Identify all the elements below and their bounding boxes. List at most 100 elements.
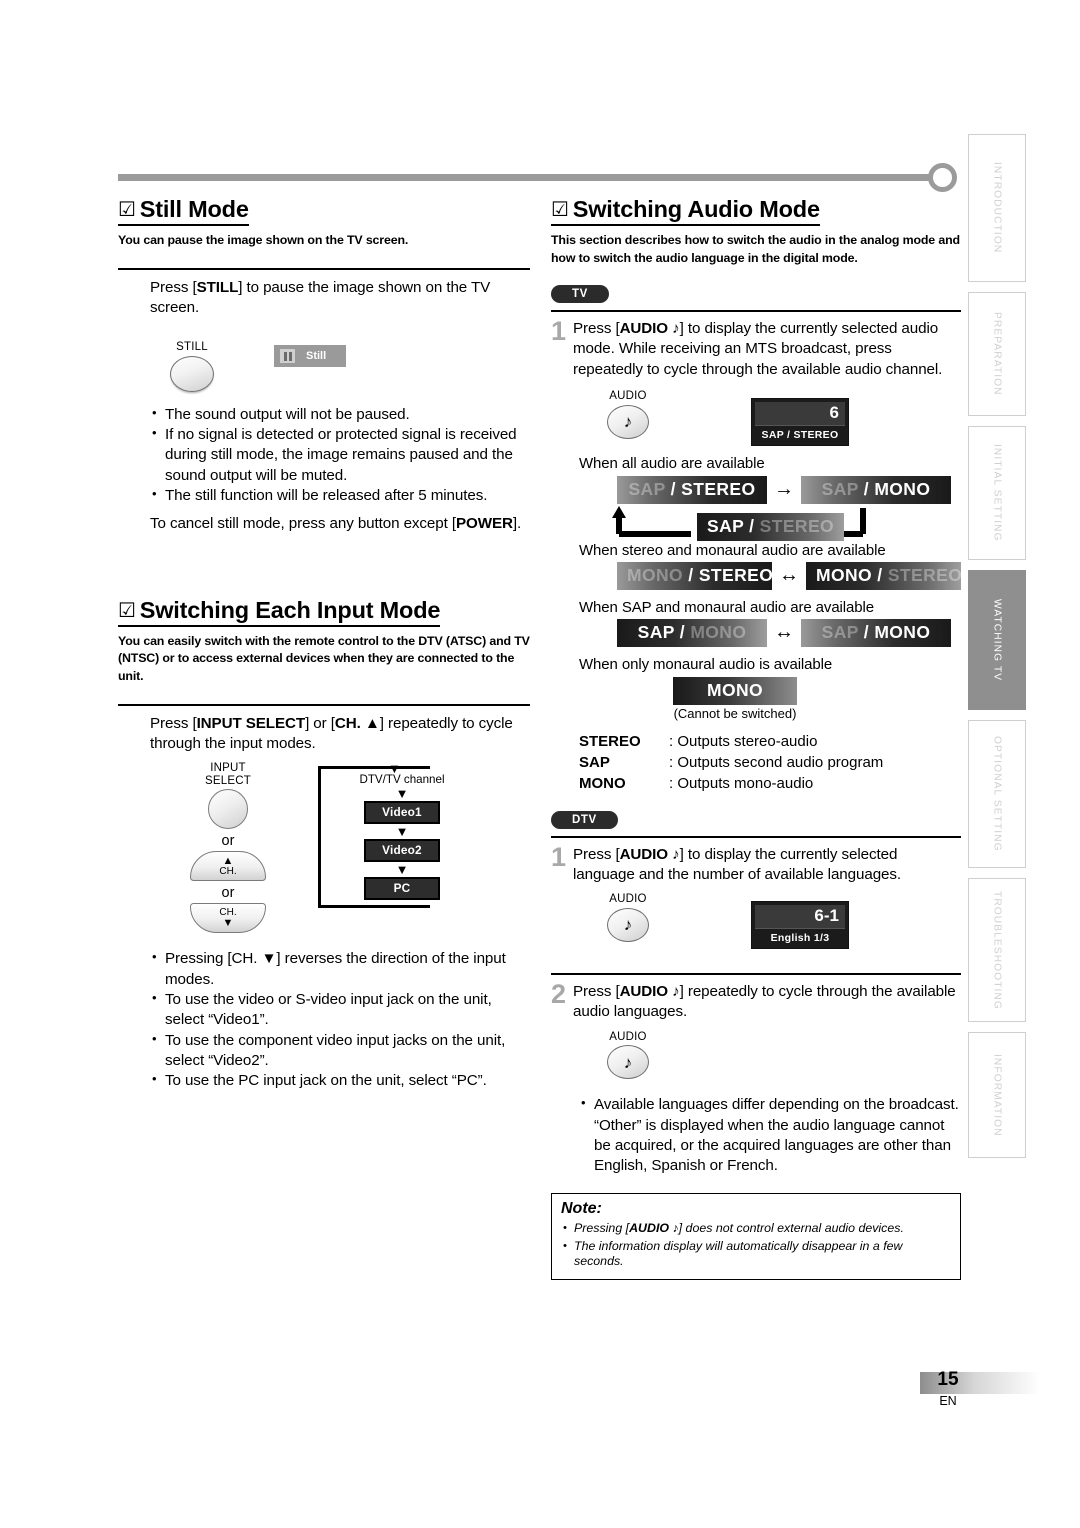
still-mode-cancel: To cancel still mode, press any button e… [118,514,530,534]
input-select-label-line1: INPUT [210,761,246,774]
still-button[interactable] [170,355,214,392]
checkbox-icon: ☑ [551,199,569,221]
chip-left: SAP [821,621,859,642]
cycle-row-4: MONO (Cannot be switched) [551,676,961,721]
dtv-audio-button-row: AUDIO ♪ 6-1 English 1/3 [551,893,961,950]
badge-dtv: DTV [551,810,618,829]
note-title: Note: [561,1199,602,1217]
list-item: To use the video or S-video input jack o… [150,989,530,1031]
channel-up-button[interactable]: ▲ CH. [190,851,266,882]
step-number: 2 [551,979,567,1010]
tab-label: INFORMATION [991,1053,1003,1137]
cannot-be-switched-note: (Cannot be switched) [673,705,797,721]
still-osd-display: Still [274,345,347,368]
chip-mono-only: MONO [673,676,797,705]
osd-channel-number: 6 [755,401,845,426]
definition-row: MONO : Outputs mono-audio [579,773,961,794]
checkbox-icon: ☑ [118,199,136,221]
chip-right: MONO [874,621,931,642]
step-number: 1 [551,841,567,872]
chip-left: SAP [821,478,859,499]
case-sap-mono-label: When SAP and monaural audio are availabl… [579,598,874,616]
audio-mode-title: Switching Audio Mode [572,196,820,222]
flow-item-pc: PC [364,876,440,900]
chip-left: SAP [637,621,675,642]
dtv-step-2: 2 Press [AUDIO ♪] repeatedly to cycle th… [551,979,961,1022]
dtv-step-1: 1 Press [AUDIO ♪] to display the current… [551,841,961,885]
tab-watching-tv[interactable]: WATCHING TV [968,570,1026,710]
audio-button-group: AUDIO ♪ [607,390,649,439]
audio-button[interactable]: ♪ [607,1045,649,1080]
input-select-button[interactable] [208,789,248,830]
tv-audio-button-row: AUDIO ♪ 6 SAP / STEREO [551,390,961,446]
case-stereo-mono-label: When stereo and monaural audio are avail… [579,541,886,559]
audio-button[interactable]: ♪ [607,404,649,439]
case-mono-only-label: When only monaural audio is available [579,655,833,673]
chip-right: MONO [874,478,931,499]
list-item: If no signal is detected or protected si… [150,424,530,486]
chip-right: STEREO [698,564,774,585]
audio-button-label: AUDIO [609,389,647,402]
tab-initial-setting[interactable]: INITIAL SETTING [968,426,1026,560]
dtv-section-rule [551,835,961,838]
cycle-row-3: SAP / MONO ↔ SAP / MONO [551,618,961,647]
chip-sap-mono-c: SAP / MONO [801,618,951,647]
list-item: To use the PC input jack on the unit, se… [150,1070,530,1091]
tab-label: INTRODUCTION [991,162,1003,254]
arrow-down-icon: ▼ [395,861,409,877]
right-column: ☑ Switching Audio Mode This section descr… [551,196,962,1281]
input-mode-heading: ☑ Switching Each Input Mode [118,597,440,627]
flow-column: DTV/TV channel ▼ Video1 ▼ Video2 ▼ PC [350,762,454,900]
instr-p1: Press [ [150,714,197,732]
tab-label: PREPARATION [991,312,1003,396]
chip-mono-stereo-b: MONO / STEREO [806,561,962,590]
list-item: The still function will be released afte… [150,485,530,506]
still-mode-instruction: Press [STILL] to pause the image shown o… [118,278,530,318]
case-all-label: When all audio are available [579,454,765,472]
instr-key: STILL [196,278,239,296]
step-text: Press [AUDIO ♪] repeatedly to cycle thro… [573,982,961,1022]
chip-mono-stereo-a: MONO / STEREO [617,561,774,590]
arrow-both-icon: ↔ [779,564,799,587]
triangle-down-icon: ▼ [222,916,234,929]
tv-step-1: 1 Press [AUDIO ♪] to display the current… [551,318,961,380]
dtv-step2-button-group: AUDIO ♪ [551,1031,961,1080]
step-text: Press [AUDIO ♪] to display the currently… [573,319,961,380]
tab-label: OPTIONAL SETTING [991,736,1003,852]
channel-down-button[interactable]: CH. ▼ [190,903,266,934]
cycle-row-1: SAP / STEREO → SAP / MONO [551,475,961,504]
cancel-key: POWER [455,515,513,533]
or-label-2: or [221,885,235,902]
audio-button-label: AUDIO [609,893,647,906]
tab-troubleshooting[interactable]: TROUBLESHOOTING [968,878,1026,1022]
header-rule [118,174,940,181]
music-note-icon: ♪ [623,412,633,432]
arrow-down-icon: ▼ [395,785,409,801]
badge-tv: TV [551,285,609,304]
or-label-1: or [221,833,235,850]
chip-sep: / [683,564,699,585]
audio-button-label: AUDIO [609,1030,647,1043]
cycle-row-1-return: SAP / STEREO [551,504,961,541]
list-item: Pressing [CH. ▼] reverses the direction … [150,948,530,990]
input-mode-bullets: Pressing [CH. ▼] reverses the direction … [118,948,530,1092]
input-mode-diagram: INPUT SELECT or ▲ CH. or CH. ▼ ▼ DTV/TV … [118,761,530,934]
step-key: AUDIO ♪ [619,845,680,863]
left-column: ☑ Still Mode You can pause the image show… [118,196,530,1092]
tab-introduction[interactable]: INTRODUCTION [968,134,1026,282]
chip-sap-stereo-a: SAP / STEREO [617,475,767,504]
tab-optional-setting[interactable]: OPTIONAL SETTING [968,720,1026,868]
section-still-mode: ☑ Still Mode You can pause the image show… [118,196,530,535]
cancel-prefix: To cancel still mode, press any button e… [150,515,456,533]
manual-page: ☑ Still Mode You can pause the image show… [0,0,1080,1528]
tab-information[interactable]: INFORMATION [968,1032,1026,1158]
audio-button[interactable]: ♪ [607,907,649,942]
checkbox-icon: ☑ [118,599,136,622]
tab-preparation[interactable]: PREPARATION [968,292,1026,416]
definition-row: STEREO : Outputs stereo-audio [579,731,961,752]
still-mode-rule [118,267,530,270]
chip-sep: / [665,478,682,499]
audio-mode-heading: ☑ Switching Audio Mode [551,196,820,226]
music-note-icon: ♪ [623,1052,633,1072]
step-key: AUDIO ♪ [619,983,680,1001]
